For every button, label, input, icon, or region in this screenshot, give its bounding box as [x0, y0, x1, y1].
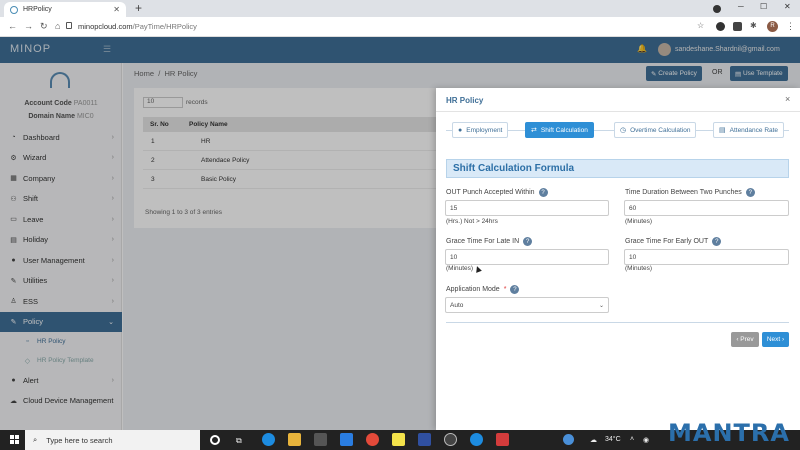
menu-kebab-icon[interactable]: ⋮ — [786, 21, 795, 32]
tray-chevron-up-icon[interactable]: ˄ — [630, 436, 634, 443]
time-duration-hint: (Minutes) — [625, 218, 653, 225]
app-icon[interactable] — [418, 433, 431, 446]
recorder-icon[interactable] — [496, 433, 509, 446]
document-icon: ▤ — [719, 127, 726, 134]
step-employment[interactable]: ● Employment — [452, 122, 509, 138]
help-icon[interactable]: ? — [712, 237, 722, 246]
time-duration-label: Time Duration Between Two Punches? — [625, 188, 755, 197]
browser-tab-strip: HRPolicy ✕ + ─ ☐ ✕ — [0, 0, 800, 17]
exchange-icon: ⇄ — [531, 127, 537, 134]
browser-tab[interactable]: HRPolicy ✕ — [4, 2, 126, 17]
grace-late-label: Grace Time For Late IN? — [446, 237, 533, 246]
star-icon[interactable]: ☆ — [697, 21, 704, 30]
edge-icon[interactable] — [470, 433, 483, 446]
modal-header — [436, 88, 800, 112]
maximize-icon[interactable]: ☐ — [760, 2, 767, 11]
grace-early-label: Grace Time For Early OUT? — [625, 237, 722, 246]
close-tab-icon[interactable]: ✕ — [113, 5, 120, 14]
next-button[interactable]: Next › — [762, 332, 789, 347]
grace-late-hint: (Minutes) — [446, 265, 474, 272]
step-attendance-rate[interactable]: ▤ Attendance Rate — [713, 122, 785, 138]
help-icon[interactable]: ? — [745, 188, 755, 197]
temperature[interactable]: 34°C — [605, 436, 621, 443]
grace-late-input[interactable]: 10 — [445, 249, 609, 265]
clock-icon: ◷ — [620, 127, 627, 134]
out-punch-input[interactable]: 15 — [445, 200, 609, 216]
chevron-down-icon: ⌄ — [598, 302, 604, 309]
new-tab-icon[interactable]: + — [135, 1, 142, 15]
favicon-icon — [10, 5, 18, 14]
prev-button[interactable]: ‹ Prev — [731, 332, 759, 347]
out-punch-label: OUT Punch Accepted Within? — [446, 188, 548, 197]
modal-title: HR Policy — [446, 96, 484, 105]
profile-avatar[interactable]: R — [767, 21, 778, 32]
address-bar-row: ← → ↻ ⌂ minopcloud.com/PayTime/HRPolicy … — [0, 17, 800, 37]
home-icon[interactable]: ⌂ — [55, 21, 60, 31]
grace-early-input[interactable]: 10 — [624, 249, 789, 265]
weather-icon: ☁ — [590, 437, 597, 444]
url-text[interactable]: minopcloud.com/PayTime/HRPolicy — [78, 22, 197, 31]
forward-icon[interactable]: → — [24, 21, 33, 31]
back-icon[interactable]: ← — [8, 21, 17, 31]
time-duration-input[interactable]: 60 — [624, 200, 789, 216]
application-mode-select[interactable]: Auto ⌄ — [445, 297, 609, 313]
help-icon[interactable]: ? — [523, 237, 533, 246]
out-punch-hint: (Hrs.) Not > 24hrs — [446, 218, 498, 225]
store-icon[interactable] — [314, 433, 327, 446]
minimize-icon[interactable]: ─ — [738, 2, 744, 11]
chrome-icon[interactable] — [366, 433, 379, 446]
modal-divider — [446, 322, 789, 323]
tab-title: HRPolicy — [23, 6, 52, 13]
extension-icon[interactable] — [733, 22, 742, 31]
application-mode-label: Application Mode *? — [446, 285, 520, 294]
step-shift-calculation[interactable]: ⇄ Shift Calculation — [525, 122, 594, 138]
reload-icon[interactable]: ↻ — [40, 21, 48, 32]
taskbar-search[interactable]: ⌕ Type here to search — [25, 430, 200, 450]
search-icon: ⌕ — [33, 435, 38, 444]
section-title: Shift Calculation Formula — [446, 159, 789, 178]
tray-app-icon[interactable]: ◉ — [643, 436, 649, 444]
help-icon[interactable]: ? — [510, 285, 520, 294]
record-icon — [713, 5, 721, 13]
cortana-icon[interactable] — [210, 435, 220, 445]
grace-early-hint: (Minutes) — [625, 265, 653, 272]
task-view-icon[interactable]: ⧉ — [236, 436, 242, 446]
step-overtime-calculation[interactable]: ◷ Overtime Calculation — [614, 122, 697, 138]
person-icon: ● — [458, 126, 463, 134]
dropbox-icon[interactable] — [340, 433, 353, 446]
settings-icon[interactable] — [444, 433, 457, 446]
lock-icon[interactable] — [66, 22, 72, 29]
close-window-icon[interactable]: ✕ — [784, 2, 791, 11]
puzzle-icon[interactable]: ✱ — [750, 21, 757, 30]
close-icon[interactable]: × — [785, 94, 790, 104]
sticky-notes-icon[interactable] — [392, 433, 405, 446]
windows-start-icon[interactable] — [10, 435, 19, 444]
extension-icon[interactable] — [716, 22, 725, 31]
mantra-watermark: MANTRA — [668, 419, 790, 447]
edge-icon[interactable] — [262, 433, 275, 446]
help-icon[interactable]: ? — [538, 188, 548, 197]
file-explorer-icon[interactable] — [288, 433, 301, 446]
network-icon[interactable] — [563, 434, 574, 445]
